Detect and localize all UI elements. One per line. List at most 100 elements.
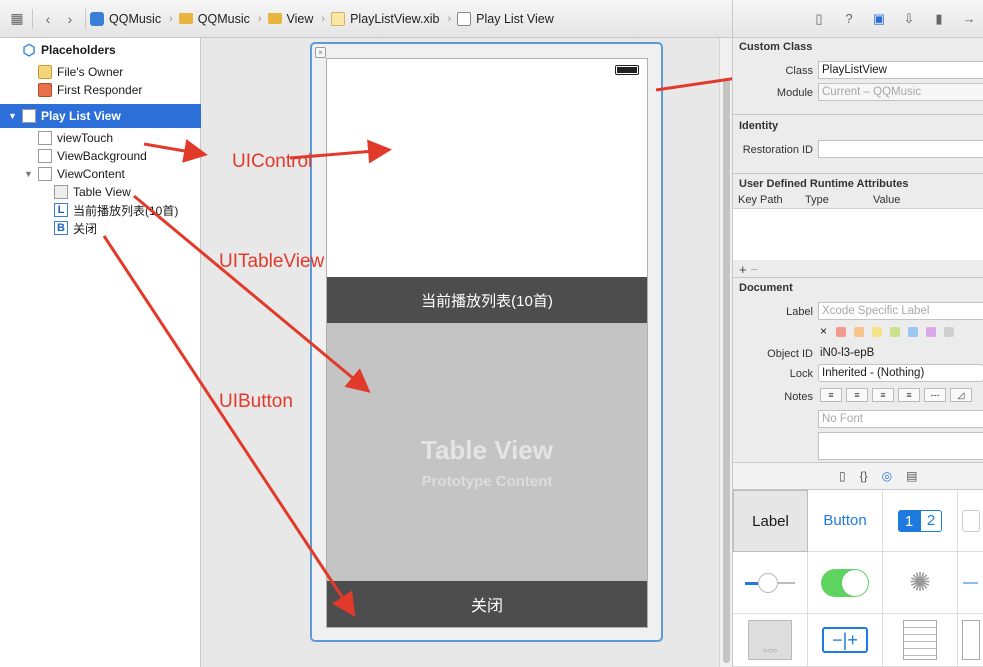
- code-snippet-library-icon[interactable]: {}: [860, 469, 868, 483]
- outline-view-touch[interactable]: viewTouch: [38, 129, 113, 147]
- battery-icon: [615, 65, 639, 75]
- related-items-icon[interactable]: ▦: [6, 8, 28, 30]
- library-tile-textfield[interactable]: [958, 490, 983, 552]
- outline-placeholders[interactable]: ⬡ Placeholders: [22, 41, 115, 59]
- library-tile-segmented-control[interactable]: 12: [883, 490, 958, 552]
- outline-label: viewTouch: [57, 131, 114, 145]
- scene-close-icon[interactable]: ×: [315, 47, 326, 58]
- scrollbar-thumb[interactable]: [723, 78, 730, 663]
- outline-label: ViewBackground: [57, 149, 147, 163]
- library-tile-label[interactable]: Label: [733, 490, 808, 552]
- canvas-scrollbar[interactable]: [719, 38, 732, 667]
- back-arrow-icon[interactable]: ‹: [37, 8, 59, 30]
- identity-inspector-icon[interactable]: ▣: [869, 9, 889, 29]
- playlist-title-bar[interactable]: 当前播放列表(10首): [327, 277, 647, 323]
- outline-view-background[interactable]: ViewBackground: [38, 147, 147, 165]
- class-label: Class: [785, 65, 813, 77]
- library-tile-table-cell[interactable]: [958, 614, 983, 667]
- clear-label-icon[interactable]: ×: [820, 324, 827, 338]
- runtime-attributes-table[interactable]: [733, 208, 983, 260]
- notes-font-field[interactable]: No Font: [818, 410, 983, 428]
- forward-arrow-icon[interactable]: ›: [59, 8, 81, 30]
- add-attribute-button[interactable]: +: [739, 262, 747, 277]
- outline-label-item[interactable]: L 当前播放列表(10首): [54, 201, 178, 219]
- outline-button-item[interactable]: B 关闭: [54, 219, 97, 237]
- align-justify-icon[interactable]: ≡: [898, 388, 920, 402]
- align-right-icon[interactable]: ≡: [872, 388, 894, 402]
- column-value[interactable]: Value: [873, 194, 900, 206]
- lock-popup[interactable]: Inherited - (Nothing): [818, 364, 983, 382]
- outline-play-list-view[interactable]: ▼ Play List View: [8, 107, 121, 125]
- library-tile-page-control[interactable]: ○○○: [733, 614, 808, 667]
- playlist-title-label: 当前播放列表(10首): [421, 292, 553, 310]
- outline-label: File's Owner: [57, 65, 124, 79]
- breadcrumb-file[interactable]: PlayListView.xib: [331, 8, 439, 30]
- outline-files-owner[interactable]: File's Owner: [38, 63, 123, 81]
- align-natural-icon[interactable]: ---: [924, 388, 946, 402]
- divider: [733, 114, 983, 115]
- column-key-path[interactable]: Key Path: [738, 194, 783, 206]
- color-swatch-green[interactable]: [890, 327, 900, 337]
- object-library-icon[interactable]: ◎: [882, 469, 892, 483]
- align-center-icon[interactable]: ≡: [846, 388, 868, 402]
- media-library-icon[interactable]: ▤: [906, 469, 917, 483]
- library-tile-progress[interactable]: —: [958, 552, 983, 614]
- text-color-icon[interactable]: ◿: [950, 388, 972, 402]
- attributes-inspector-icon[interactable]: ⇩: [899, 9, 919, 29]
- play-list-view-scene[interactable]: × 当前播放列表(10首) Table View Prototype Conte…: [310, 42, 663, 642]
- module-field[interactable]: Current – QQMusic: [818, 83, 983, 101]
- color-swatch-purple[interactable]: [926, 327, 936, 337]
- breadcrumb-label: Play List View: [476, 11, 554, 26]
- table-view[interactable]: Table View Prototype Content: [327, 323, 647, 581]
- table-cell-icon: [961, 620, 980, 660]
- quick-help-icon[interactable]: ?: [839, 9, 859, 29]
- class-field[interactable]: PlayListView: [818, 61, 983, 79]
- library-tile-activity-indicator[interactable]: ✺: [883, 552, 958, 614]
- section-document: Document: [739, 282, 793, 294]
- library-tile-table-view[interactable]: [883, 614, 958, 667]
- object-library-grid: Label Button 12 ✺ — ○○○ −|+: [733, 490, 983, 667]
- document-outline: ⬡ Placeholders File's Owner First Respond…: [0, 38, 201, 667]
- outline-first-responder[interactable]: First Responder: [38, 81, 142, 99]
- doc-label-label: Label: [786, 306, 813, 318]
- breadcrumb-group[interactable]: QQMusic: [178, 8, 250, 30]
- color-swatch-red[interactable]: [836, 327, 846, 337]
- close-button[interactable]: 关闭: [327, 581, 647, 627]
- notes-text-area[interactable]: [818, 432, 983, 460]
- table-view-icon: [54, 185, 68, 199]
- folder-icon: [267, 13, 282, 24]
- file-inspector-icon[interactable]: ▯: [809, 9, 829, 29]
- connections-inspector-icon[interactable]: →: [959, 9, 979, 29]
- remove-attribute-button[interactable]: −: [750, 262, 758, 277]
- align-left-icon[interactable]: ≡: [820, 388, 842, 402]
- doc-label-field[interactable]: Xcode Specific Label: [818, 302, 983, 320]
- breadcrumb-project[interactable]: QQMusic: [90, 8, 161, 30]
- library-tile-stepper[interactable]: −|+: [808, 614, 883, 667]
- library-tile-slider[interactable]: [733, 552, 808, 614]
- color-swatch-yellow[interactable]: [872, 327, 882, 337]
- outline-label: ViewContent: [57, 167, 125, 181]
- color-swatch-blue[interactable]: [908, 327, 918, 337]
- outline-view-content[interactable]: ▼ ViewContent: [24, 165, 125, 183]
- label-icon: L: [54, 203, 68, 217]
- lock-label: Lock: [789, 368, 813, 380]
- device-frame[interactable]: 当前播放列表(10首) Table View Prototype Content…: [326, 58, 648, 628]
- library-tile-switch[interactable]: [808, 552, 883, 614]
- breadcrumb-folder[interactable]: View: [267, 8, 313, 30]
- breadcrumb-view[interactable]: Play List View: [457, 8, 554, 30]
- cube-icon: ⬡: [22, 42, 36, 59]
- color-swatch-gray[interactable]: [944, 327, 954, 337]
- disclosure-triangle-icon[interactable]: ▼: [8, 111, 17, 121]
- color-swatch-orange[interactable]: [854, 327, 864, 337]
- view-icon: [38, 131, 52, 145]
- divider: [733, 173, 983, 174]
- restoration-id-field[interactable]: [818, 140, 983, 158]
- outline-label: 当前播放列表(10首): [73, 203, 179, 218]
- outline-table-view[interactable]: Table View: [54, 183, 131, 201]
- column-type[interactable]: Type: [805, 194, 829, 206]
- file-template-library-icon[interactable]: ▯: [839, 469, 846, 483]
- add-remove-buttons: + −: [739, 262, 758, 277]
- library-tile-button[interactable]: Button: [808, 490, 883, 552]
- disclosure-triangle-icon[interactable]: ▼: [24, 169, 33, 179]
- size-inspector-icon[interactable]: ▮: [929, 9, 949, 29]
